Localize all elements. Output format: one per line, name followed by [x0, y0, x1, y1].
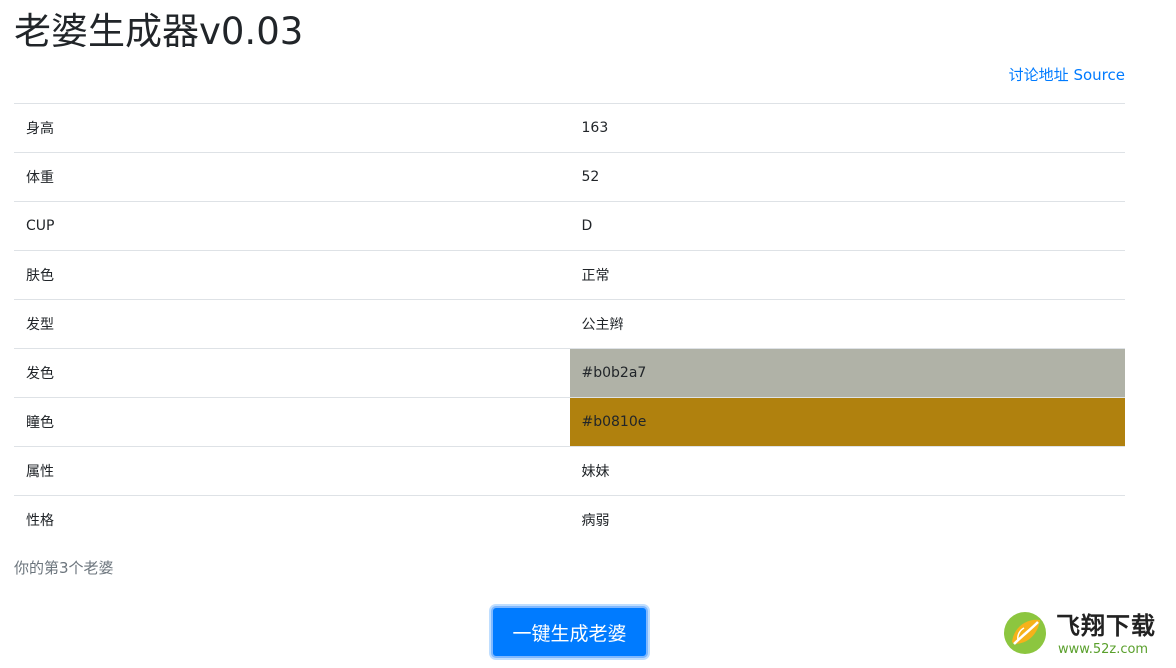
attribute-label: 体重 [14, 152, 570, 202]
table-row: CUP D [14, 201, 1125, 251]
page-title: 老婆生成器v0.03 [14, 10, 304, 53]
attribute-value: 正常 [569, 250, 1125, 300]
attribute-value: 病弱 [569, 495, 1125, 545]
attribute-value: 妹妹 [569, 446, 1125, 496]
attribute-value: 公主辫 [569, 299, 1125, 349]
table-row: 发型 公主辫 [14, 299, 1125, 349]
watermark-url: www.52z.com [1058, 642, 1149, 657]
discussion-link[interactable]: 讨论地址 [1009, 66, 1069, 84]
attribute-label: 发型 [14, 299, 570, 349]
generate-wife-button[interactable]: 一键生成老婆 [491, 606, 648, 658]
leaf-logo-icon [1004, 612, 1046, 654]
watermark: 飞翔下载 www.52z.com [1000, 608, 1172, 664]
attribute-value: D [569, 201, 1125, 251]
table-row: 身高 163 [14, 103, 1125, 153]
table-row: 发色 #b0b2a7 [14, 348, 1125, 398]
hair-color-swatch: #b0b2a7 [569, 348, 1125, 398]
table-row: 肤色 正常 [14, 250, 1125, 300]
attribute-label: 瞳色 [14, 397, 570, 447]
attribute-label: 身高 [14, 103, 570, 153]
attribute-value: 163 [569, 103, 1125, 153]
wife-counter: 你的第3个老婆 [14, 559, 114, 577]
table-row: 属性 妹妹 [14, 446, 1125, 496]
watermark-name: 飞翔下载 [1056, 612, 1156, 640]
attribute-value: 52 [569, 152, 1125, 202]
source-link[interactable]: Source [1073, 66, 1125, 84]
page: 老婆生成器v0.03 讨论地址 Source 身高 163 体重 52 CUP … [0, 0, 1176, 668]
attribute-label: 发色 [14, 348, 570, 398]
attribute-label: 属性 [14, 446, 570, 496]
eye-color-swatch: #b0810e [569, 397, 1125, 447]
table-row: 体重 52 [14, 152, 1125, 202]
header-links: 讨论地址 Source [1009, 64, 1125, 86]
table-row: 瞳色 #b0810e [14, 397, 1125, 447]
attributes-table: 身高 163 体重 52 CUP D 肤色 正常 发型 公主辫 发色 #b0b2… [14, 103, 1125, 545]
table-row: 性格 病弱 [14, 495, 1125, 545]
attribute-label: 肤色 [14, 250, 570, 300]
attribute-label: 性格 [14, 495, 570, 545]
attribute-label: CUP [14, 201, 570, 251]
